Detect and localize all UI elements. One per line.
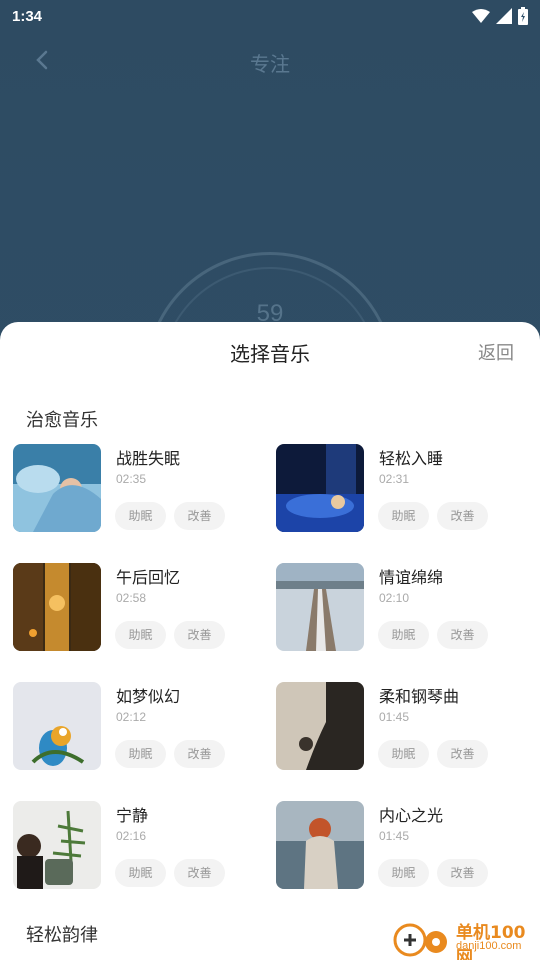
tag-sleep[interactable]: 助眠 <box>378 621 429 649</box>
watermark-url: danji100.com <box>456 940 522 952</box>
wifi-icon <box>472 9 490 23</box>
track-card[interactable]: 内心之光 01:45 助眠 改善 <box>276 801 536 891</box>
track-card[interactable]: 轻松入睡 02:31 助眠 改善 <box>276 444 536 534</box>
tag-improve[interactable]: 改善 <box>174 859 225 887</box>
track-thumbnail <box>13 682 101 770</box>
track-thumbnail <box>276 444 364 532</box>
track-thumbnail <box>13 563 101 651</box>
track-name: 柔和钢琴曲 <box>379 687 460 706</box>
battery-icon <box>518 7 528 25</box>
status-icons <box>472 7 528 25</box>
track-card[interactable]: 柔和钢琴曲 01:45 助眠 改善 <box>276 682 536 772</box>
track-thumbnail <box>13 444 101 532</box>
tag-improve[interactable]: 改善 <box>437 621 488 649</box>
track-card[interactable]: 如梦似幻 02:12 助眠 改善 <box>13 682 273 772</box>
track-thumbnail <box>276 801 364 889</box>
page-title: 专注 <box>250 52 290 76</box>
tag-sleep[interactable]: 助眠 <box>378 740 429 768</box>
tag-sleep[interactable]: 助眠 <box>115 502 166 530</box>
track-name: 战胜失眠 <box>116 449 181 468</box>
track-name: 轻松入睡 <box>379 449 444 468</box>
tag-improve[interactable]: 改善 <box>437 502 488 530</box>
track-duration: 02:31 <box>379 472 410 486</box>
top-bar: 专注 <box>0 40 540 80</box>
track-duration: 02:58 <box>116 591 147 605</box>
tag-sleep[interactable]: 助眠 <box>115 621 166 649</box>
tag-improve[interactable]: 改善 <box>437 740 488 768</box>
sheet-back-button[interactable]: 返回 <box>478 339 514 365</box>
tag-improve[interactable]: 改善 <box>174 740 225 768</box>
track-thumbnail <box>276 563 364 651</box>
track-name: 内心之光 <box>379 806 444 825</box>
track-name: 情谊绵绵 <box>379 568 444 587</box>
sheet-header: 选择音乐 返回 <box>0 322 540 378</box>
tag-sleep[interactable]: 助眠 <box>378 502 429 530</box>
tag-sleep[interactable]: 助眠 <box>378 859 429 887</box>
track-card[interactable]: 宁静 02:16 助眠 改善 <box>13 801 273 891</box>
track-name: 宁静 <box>116 806 149 825</box>
track-duration: 02:16 <box>116 829 147 843</box>
track-duration: 02:35 <box>116 472 147 486</box>
tag-improve[interactable]: 改善 <box>437 859 488 887</box>
tag-improve[interactable]: 改善 <box>174 621 225 649</box>
signal-icon <box>496 8 512 24</box>
status-time: 1:34 <box>12 7 43 25</box>
tag-sleep[interactable]: 助眠 <box>115 859 166 887</box>
track-name: 午后回忆 <box>116 568 181 587</box>
track-name: 如梦似幻 <box>116 687 181 706</box>
tag-sleep[interactable]: 助眠 <box>115 740 166 768</box>
section-title: 治愈音乐 <box>26 410 98 431</box>
track-card[interactable]: 情谊绵绵 02:10 助眠 改善 <box>276 563 536 653</box>
watermark-logo-icon <box>393 923 447 957</box>
music-select-sheet: 选择音乐 返回 治愈音乐 战胜失眠 02:35 助眠 改善 轻松入睡 02:31… <box>0 322 540 960</box>
sheet-title: 选择音乐 <box>230 342 310 366</box>
status-bar: 1:34 <box>0 0 540 32</box>
track-card[interactable]: 午后回忆 02:58 助眠 改善 <box>13 563 273 653</box>
track-duration: 01:45 <box>379 829 410 843</box>
track-duration: 01:45 <box>379 710 410 724</box>
track-duration: 02:10 <box>379 591 410 605</box>
track-thumbnail <box>13 801 101 889</box>
track-card[interactable]: 战胜失眠 02:35 助眠 改善 <box>13 444 273 534</box>
site-watermark: 单机100网 danji100.com <box>392 916 540 960</box>
track-thumbnail <box>276 682 364 770</box>
tag-improve[interactable]: 改善 <box>174 502 225 530</box>
track-duration: 02:12 <box>116 710 147 724</box>
section-title: 轻松韵律 <box>26 925 98 946</box>
watermark-brand: 单机100网 <box>456 923 526 960</box>
